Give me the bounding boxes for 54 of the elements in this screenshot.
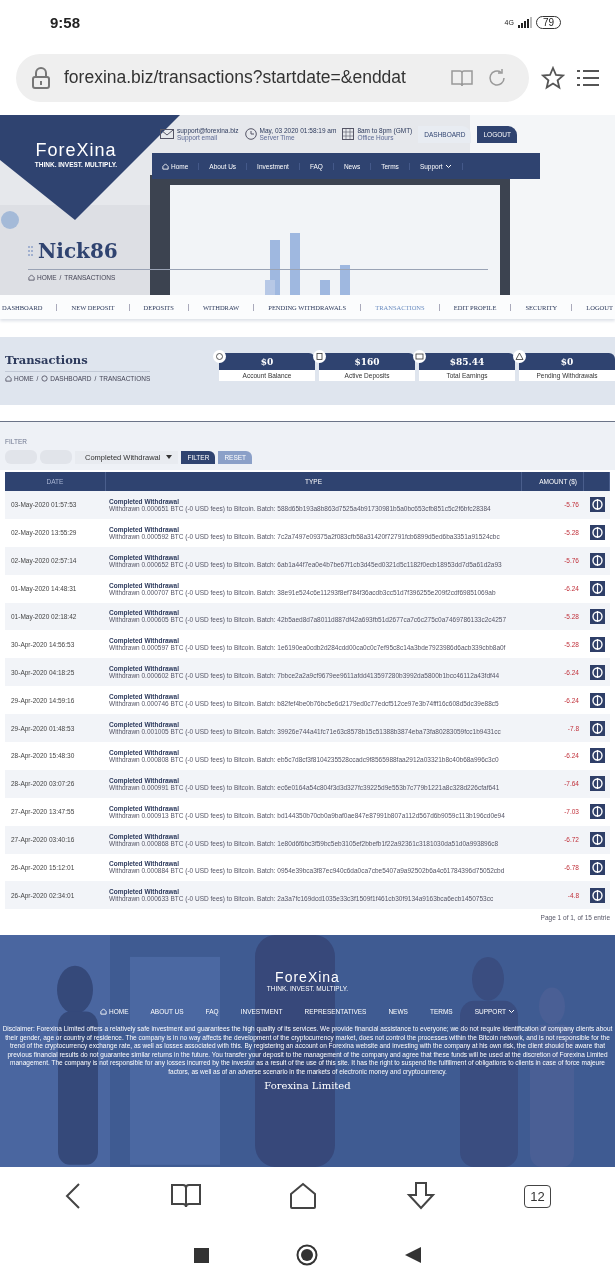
calendar-icon xyxy=(342,128,355,140)
lock-icon xyxy=(32,66,50,89)
coin-icon xyxy=(590,553,605,569)
stat-value: $160 xyxy=(319,353,415,370)
site-logo[interactable]: ForeXina xyxy=(35,140,117,161)
home-icon xyxy=(28,274,35,281)
document-icon xyxy=(313,350,326,363)
stat-value: $85.44 xyxy=(419,353,515,370)
coin-icon xyxy=(213,350,226,363)
home-icon xyxy=(5,374,12,382)
coin-icon xyxy=(590,860,605,875)
chevron-down-icon xyxy=(508,1009,515,1015)
back-icon[interactable] xyxy=(64,1182,83,1211)
stat-value: $0 xyxy=(519,353,615,370)
mail-icon xyxy=(160,129,174,139)
coin-icon xyxy=(590,664,605,680)
recent-apps-icon[interactable] xyxy=(193,1247,209,1263)
coin-icon xyxy=(590,832,605,848)
menu-icon[interactable] xyxy=(577,67,599,88)
url-text: forexina.biz/transactions?startdate=&enddat xyxy=(64,67,407,88)
warning-icon xyxy=(513,350,526,363)
book-icon[interactable] xyxy=(170,1183,201,1210)
home-icon xyxy=(162,162,169,170)
signal-icon xyxy=(517,17,532,28)
chevron-down-icon xyxy=(444,163,452,169)
home-icon xyxy=(100,1008,107,1016)
coin-icon xyxy=(590,636,605,652)
coin-icon xyxy=(590,525,605,541)
company-name: Forexina Limited xyxy=(264,1080,351,1091)
coin-icon xyxy=(590,497,605,513)
coin-icon xyxy=(590,581,605,597)
stat-value: $0 xyxy=(219,353,315,370)
coin-icon xyxy=(590,609,605,624)
coin-icon xyxy=(590,720,605,736)
grip-icon xyxy=(28,245,33,257)
home-button-icon[interactable] xyxy=(296,1244,318,1267)
username-heading: Nick86 xyxy=(38,239,118,263)
tab-count-button[interactable]: 12 xyxy=(524,1184,551,1208)
gauge-icon xyxy=(41,374,49,382)
coin-icon xyxy=(590,887,605,903)
coin-icon xyxy=(590,692,605,708)
download-icon[interactable] xyxy=(405,1181,436,1212)
coin-icon xyxy=(590,776,605,792)
back-triangle-icon[interactable] xyxy=(405,1247,422,1264)
dropdown-arrow-icon xyxy=(166,455,173,459)
coin-icon xyxy=(590,804,605,820)
status-time: 9:58 xyxy=(50,14,81,31)
home-icon[interactable] xyxy=(289,1182,318,1211)
star-icon[interactable] xyxy=(541,65,565,90)
page-title: Transactions xyxy=(5,352,89,367)
coin-icon xyxy=(590,748,605,764)
footer-logo[interactable]: ForeXina xyxy=(275,969,340,986)
clock-icon xyxy=(244,128,257,140)
card-icon xyxy=(413,350,426,363)
